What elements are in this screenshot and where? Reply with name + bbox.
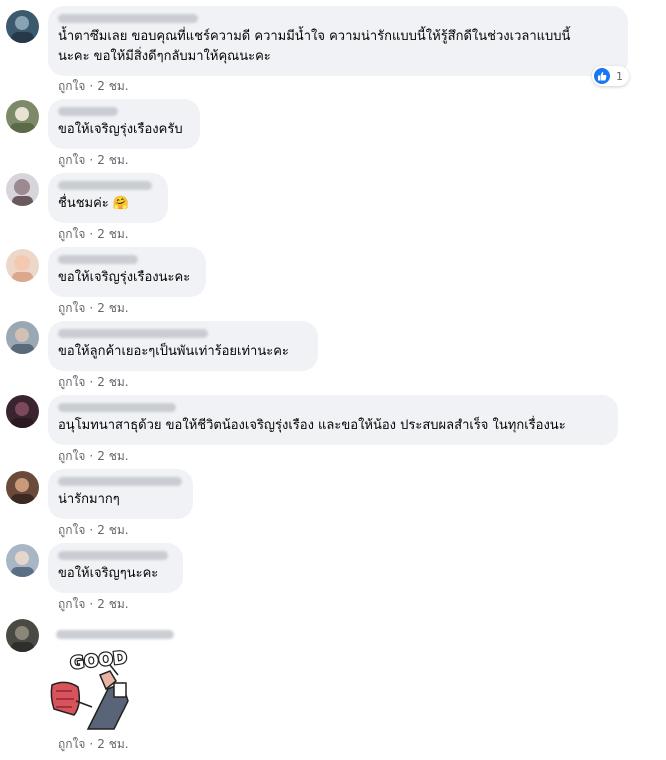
avatar[interactable] [6,321,39,354]
blurred-author-name[interactable] [58,14,198,23]
separator: · [89,597,94,611]
comment-text: น้ำตาซึมเลย ขอบคุณที่แชร์ความดี ความมีน้… [58,29,571,64]
comment-text: อนุโมทนาสาธุด้วย ขอให้ชีวิตน้องเจริญรุ่ง… [58,418,566,433]
like-link[interactable]: ถูกใจ [58,449,85,463]
timestamp[interactable]: 2 ชม. [97,79,128,93]
avatar[interactable] [6,544,39,577]
comment-text: น่ารักมากๆ [58,492,120,507]
blurred-author-name[interactable] [58,551,168,560]
comment-bubble: น่ารักมากๆ [48,469,193,519]
comment-actions: ถูกใจ · 2 ชม. [58,596,129,612]
avatar[interactable] [6,249,39,282]
avatar[interactable] [6,10,39,43]
comment-bubble: น้ำตาซึมเลย ขอบคุณที่แชร์ความดี ความมีน้… [48,6,628,76]
avatar[interactable] [6,471,39,504]
avatar[interactable] [6,100,39,133]
comment-actions: ถูกใจ · 2 ชม. [58,448,129,464]
blurred-author-name[interactable] [58,329,208,338]
comment-actions: ถูกใจ · 2 ชม. [58,78,129,94]
reaction-summary[interactable]: 1 [592,66,629,86]
comment-actions: ถูกใจ · 2 ชม. [58,300,129,316]
timestamp[interactable]: 2 ชม. [97,597,128,611]
like-link[interactable]: ถูกใจ [58,375,85,389]
timestamp[interactable]: 2 ชม. [97,227,128,241]
separator: · [89,79,94,93]
like-link[interactable]: ถูกใจ [58,153,85,167]
blurred-author-name[interactable] [58,477,182,486]
timestamp[interactable]: 2 ชม. [97,737,128,751]
good-sticker[interactable]: GOOD [48,645,130,730]
avatar[interactable] [6,173,39,206]
comment-bubble: ขอให้เจริญรุ่งเรืองนะคะ [48,247,206,297]
like-link[interactable]: ถูกใจ [58,597,85,611]
reaction-count: 1 [616,69,623,83]
comment-bubble: ขอให้เจริญๆนะคะ [48,543,183,593]
comment-bubble: ขอให้เจริญรุ่งเรืองครับ [48,99,200,149]
comment-actions: ถูกใจ · 2 ชม. [58,226,129,242]
like-link[interactable]: ถูกใจ [58,737,85,751]
comment-bubble: อนุโมทนาสาธุด้วย ขอให้ชีวิตน้องเจริญรุ่ง… [48,395,618,445]
blurred-author-name[interactable] [58,255,138,264]
timestamp[interactable]: 2 ชม. [97,523,128,537]
comment-actions: ถูกใจ · 2 ชม. [58,736,129,752]
comment-text: ชื่นชมค่ะ 🤗 [58,196,130,211]
thumbs-up-icon [594,68,610,84]
separator: · [89,153,94,167]
separator: · [89,523,94,537]
timestamp[interactable]: 2 ชม. [97,449,128,463]
comment-bubble: ขอให้ลูกค้าเยอะๆเป็นพันเท่าร้อยเท่านะคะ [48,321,318,371]
separator: · [89,301,94,315]
like-link[interactable]: ถูกใจ [58,523,85,537]
sticker-text: GOOD [69,648,128,674]
blurred-author-name[interactable] [56,630,174,639]
comment-text: ขอให้เจริญรุ่งเรืองครับ [58,122,183,137]
separator: · [89,737,94,751]
comment-text: ขอให้ลูกค้าเยอะๆเป็นพันเท่าร้อยเท่านะคะ [58,344,289,359]
blurred-author-name[interactable] [58,181,152,190]
comment-bubble: ชื่นชมค่ะ 🤗 [48,173,168,223]
timestamp[interactable]: 2 ชม. [97,153,128,167]
like-link[interactable]: ถูกใจ [58,227,85,241]
blurred-author-name[interactable] [58,403,176,412]
comment-text: ขอให้เจริญรุ่งเรืองนะคะ [58,270,191,285]
timestamp[interactable]: 2 ชม. [97,301,128,315]
comment-actions: ถูกใจ · 2 ชม. [58,152,129,168]
avatar[interactable] [6,395,39,428]
comment-actions: ถูกใจ · 2 ชม. [58,522,129,538]
comment-actions: ถูกใจ · 2 ชม. [58,374,129,390]
timestamp[interactable]: 2 ชม. [97,375,128,389]
separator: · [89,449,94,463]
like-link[interactable]: ถูกใจ [58,301,85,315]
separator: · [89,227,94,241]
avatar[interactable] [6,619,39,652]
comment-text: ขอให้เจริญๆนะคะ [58,566,159,581]
like-link[interactable]: ถูกใจ [58,79,85,93]
blurred-author-name[interactable] [58,107,118,116]
separator: · [89,375,94,389]
